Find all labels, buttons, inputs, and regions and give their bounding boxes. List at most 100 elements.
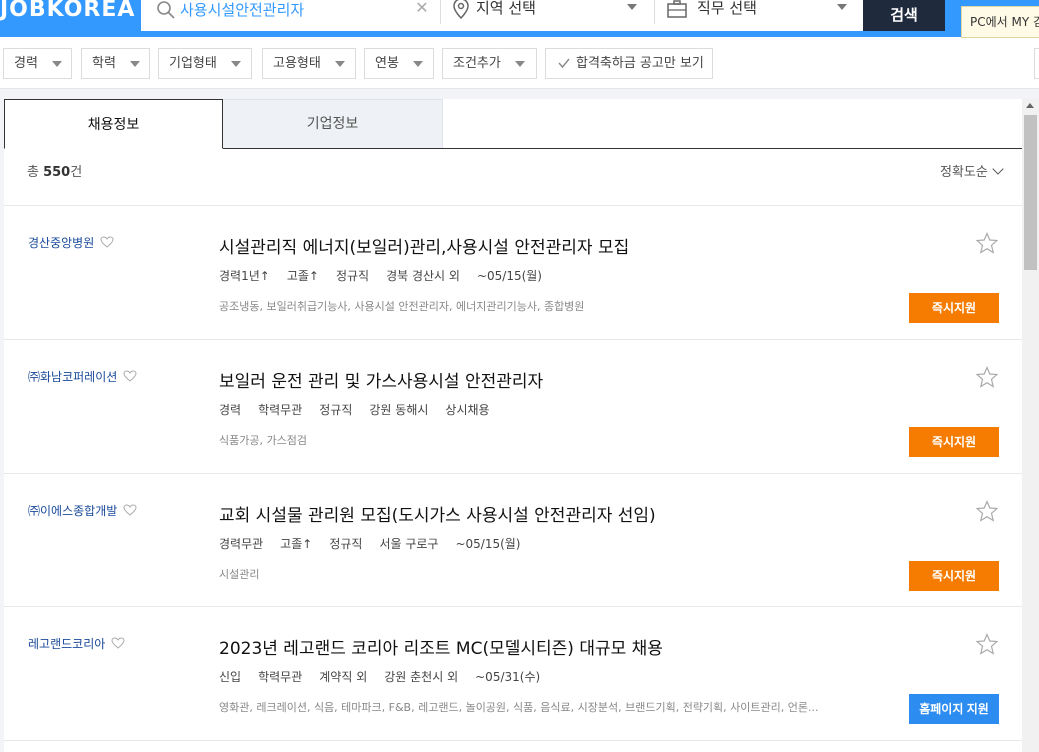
meta-location: 서울 구로구 — [379, 537, 439, 551]
job-list-item[interactable]: ㈜이에스종합개발 교회 시설물 관리원 모집(도시가스 사용시설 안전관리자 선… — [4, 474, 1022, 608]
meta-education: 고졸↑ — [280, 537, 313, 551]
company-name-link[interactable]: 레고랜드코리아 — [28, 635, 125, 652]
chevron-down-icon — [335, 61, 345, 67]
meta-employment: 정규직 — [335, 269, 370, 283]
star-icon[interactable] — [976, 500, 998, 522]
meta-location: 경북 경산시 외 — [386, 269, 460, 283]
meta-employment: 정규직 — [319, 403, 353, 417]
top-header: JOBKOREA ✕ 지역 선택 직무 선택 검색 PC에서 MY 검색 — [0, 0, 1039, 38]
meta-education: 학력무관 — [258, 403, 303, 417]
homepage-apply-button[interactable]: 홈페이지 지원 — [909, 694, 999, 724]
scrollbar-thumb[interactable] — [1024, 115, 1037, 270]
heart-icon[interactable] — [111, 637, 125, 649]
company-name-link[interactable]: ㈜이에스종합개발 — [28, 502, 137, 519]
filter-label: 고용형태 — [273, 56, 321, 71]
job-list-item[interactable]: 레고랜드코리아 2023년 레고랜드 코리아 리조트 MC(모델시티즌) 대규모… — [4, 607, 1022, 741]
divider — [654, 0, 655, 24]
chevron-down-icon — [837, 4, 847, 10]
job-title-link[interactable]: 시설관리직 에너지(보일러)관리,사용시설 안전관리자 모집 — [219, 233, 629, 258]
filter-education[interactable]: 학력 — [81, 48, 150, 79]
clear-icon[interactable]: ✕ — [414, 0, 430, 18]
scroll-up-arrow-icon[interactable] — [1026, 103, 1034, 108]
job-title-link[interactable]: 2023년 레고랜드 코리아 리조트 MC(모델시티즌) 대규모 채용 — [219, 634, 663, 659]
chevron-down-icon — [52, 61, 62, 67]
briefcase-icon — [667, 0, 687, 18]
tab-companies[interactable]: 기업정보 — [223, 99, 443, 148]
meta-location: 강원 춘천시 외 — [384, 670, 459, 684]
filter-label: 기업형태 — [169, 56, 217, 71]
filter-add-condition[interactable]: 조건추가 — [442, 48, 537, 79]
job-list-item[interactable]: 경산중앙병원 시설관리직 에너지(보일러)관리,사용시설 안전관리자 모집 경력… — [4, 206, 1022, 340]
star-icon[interactable] — [976, 232, 998, 254]
results-panel: 채용정보 기업정보 총 550건 정확도순 경산중앙병원 시설관리직 에너지(보… — [4, 99, 1022, 752]
meta-employment: 계약직 외 — [319, 670, 368, 684]
search-input[interactable] — [180, 0, 410, 20]
region-select[interactable]: 지역 선택 — [476, 0, 536, 18]
job-tags: 공조냉동, 보일러취급기능사, 사용시설 안전관리자, 에너지관리기능사, 종합… — [219, 300, 585, 313]
result-count-number: 550 — [43, 165, 71, 180]
result-count: 총 550건 — [27, 161, 82, 180]
chevron-down-icon — [992, 163, 1004, 175]
result-count-prefix: 총 — [27, 165, 44, 180]
meta-career: 신입 — [219, 670, 242, 684]
job-title-link[interactable]: 보일러 운전 관리 및 가스사용시설 안전관리자 — [219, 367, 543, 392]
heart-icon[interactable] — [100, 236, 114, 248]
heart-icon[interactable] — [123, 370, 137, 382]
chevron-down-icon — [130, 61, 140, 67]
meta-deadline: ~05/31(수) — [475, 670, 541, 684]
chevron-down-icon — [515, 61, 525, 67]
job-list-item[interactable]: ㈜화남코퍼레이션 보일러 운전 관리 및 가스사용시설 안전관리자 경력 학력무관… — [4, 340, 1022, 474]
filter-label: 조건추가 — [453, 56, 501, 71]
apply-now-button[interactable]: 즉시지원 — [909, 561, 999, 591]
sort-label: 정확도순 — [940, 165, 988, 180]
star-icon[interactable] — [976, 633, 998, 655]
meta-deadline: ~05/15(월) — [455, 537, 521, 551]
meta-career: 경력1년↑ — [219, 269, 270, 283]
jobkorea-logo[interactable]: JOBKOREA — [0, 0, 135, 26]
company-name: ㈜화남코퍼레이션 — [28, 370, 118, 384]
meta-location: 강원 동해시 — [369, 403, 429, 417]
sort-select[interactable]: 정확도순 — [940, 161, 1004, 180]
heart-icon[interactable] — [123, 504, 137, 516]
meta-education: 고졸↑ — [286, 269, 319, 283]
filter-employment-type[interactable]: 고용형태 — [262, 48, 356, 79]
filter-bonus-only[interactable]: 합격축하금 공고만 보기 — [545, 48, 713, 79]
search-button[interactable]: 검색 — [863, 0, 945, 31]
divider — [440, 0, 441, 24]
filter-salary[interactable]: 연봉 — [364, 48, 434, 79]
check-icon — [558, 58, 570, 69]
job-meta: 경력무관 고졸↑ 정규직 서울 구로구 ~05/15(월) — [219, 535, 538, 552]
star-icon[interactable] — [976, 366, 998, 388]
scrollbar[interactable] — [1022, 99, 1039, 752]
apply-now-button[interactable]: 즉시지원 — [909, 293, 999, 323]
job-select[interactable]: 직무 선택 — [697, 0, 757, 18]
chevron-down-icon — [413, 61, 423, 67]
divider — [4, 740, 1022, 741]
meta-deadline: 상시채용 — [445, 403, 490, 417]
meta-career: 경력무관 — [219, 537, 264, 551]
result-count-suffix: 건 — [70, 165, 83, 180]
filter-bar: 경력 학력 기업형태 고용형태 연봉 조건추가 합격축하금 공고만 보기 — [0, 38, 1039, 89]
company-name: ㈜이에스종합개발 — [28, 504, 118, 518]
search-icon — [157, 1, 175, 19]
meta-employment: 정규직 — [329, 537, 363, 551]
chevron-down-icon — [231, 61, 241, 67]
filter-more[interactable] — [1034, 48, 1039, 79]
company-name-link[interactable]: 경산중앙병원 — [28, 234, 114, 251]
meta-career: 경력 — [219, 403, 242, 417]
meta-deadline: ~05/15(월) — [476, 269, 542, 283]
company-name-link[interactable]: ㈜화남코퍼레이션 — [28, 368, 137, 385]
job-title-link[interactable]: 교회 시설물 관리원 모집(도시가스 사용시설 안전관리자 선임) — [219, 501, 656, 526]
job-meta: 경력 학력무관 정규직 강원 동해시 상시채용 — [219, 401, 507, 418]
job-tags: 시설관리 — [219, 568, 260, 581]
job-tags: 영화관, 레크레이션, 식음, 테마파크, F&B, 레고랜드, 놀이공원, 식… — [219, 701, 819, 714]
meta-education: 학력무관 — [258, 670, 303, 684]
apply-now-button[interactable]: 즉시지원 — [909, 427, 999, 457]
filter-company-type[interactable]: 기업형태 — [158, 48, 252, 79]
filter-label: 연봉 — [375, 56, 399, 71]
chevron-down-icon — [627, 4, 637, 10]
tab-bar: 채용정보 기업정보 — [4, 99, 1022, 149]
tab-jobs[interactable]: 채용정보 — [4, 99, 223, 149]
filter-career[interactable]: 경력 — [3, 48, 72, 79]
company-name: 레고랜드코리아 — [28, 637, 106, 651]
